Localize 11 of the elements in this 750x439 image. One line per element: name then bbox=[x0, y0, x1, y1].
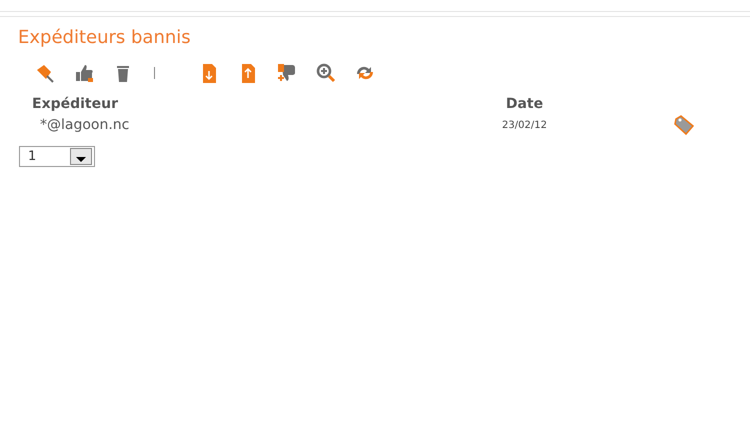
tag-icon[interactable] bbox=[673, 114, 697, 136]
section-title: Expéditeurs bannis bbox=[18, 27, 191, 48]
page-select[interactable]: 1 bbox=[19, 146, 95, 167]
sender-cell-text: *@lagoon.nc bbox=[40, 117, 130, 133]
thumbs-up-icon bbox=[73, 62, 95, 84]
date-cell: 23/02/12 bbox=[502, 120, 547, 130]
thumbs-down-icon bbox=[276, 62, 298, 84]
column-header: Expéditeur bbox=[32, 96, 118, 112]
column-header: Date bbox=[506, 96, 544, 112]
zoom-in-icon bbox=[315, 62, 337, 84]
toolbar-button[interactable] bbox=[314, 61, 338, 85]
